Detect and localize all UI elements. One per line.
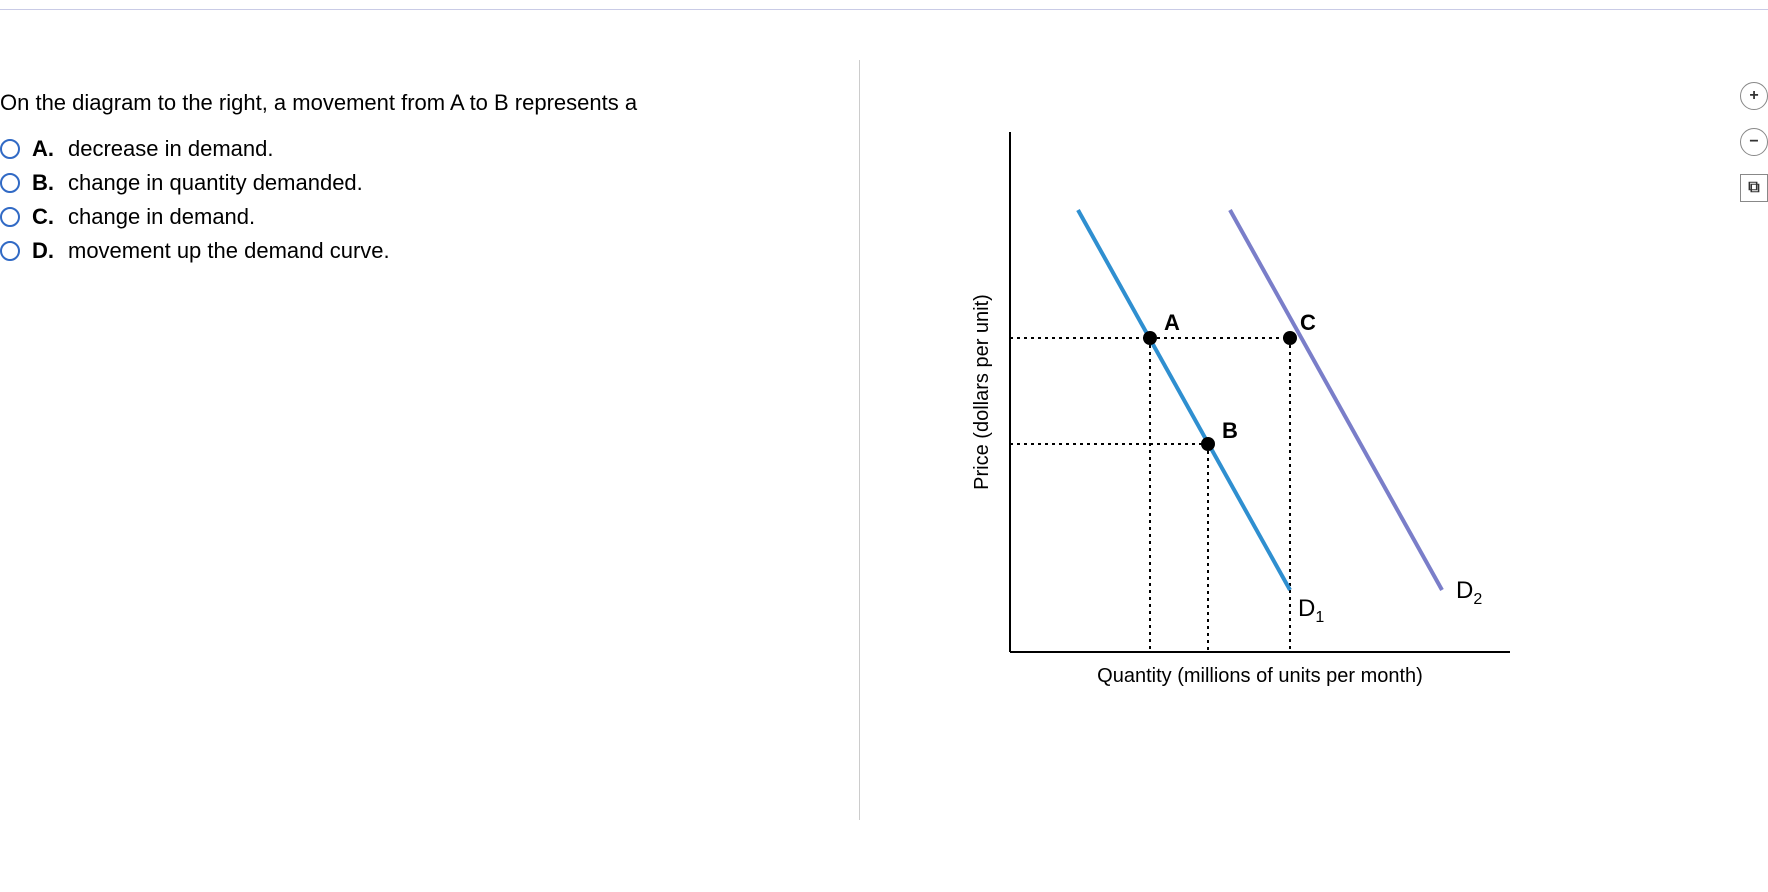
option-label: C. change in demand. [32,204,255,230]
option-a[interactable]: A. decrease in demand. [0,136,859,162]
label-d1-sub: 1 [1315,609,1324,626]
radio-a[interactable] [0,139,20,159]
option-c[interactable]: C. change in demand. [0,204,859,230]
option-letter: D. [32,238,58,264]
label-d2-d: D [1456,577,1473,604]
demand-chart: A B C D1 D2 Quantity (millions of units … [970,92,1550,717]
point-a [1143,331,1157,345]
zoom-in-icon[interactable]: + [1740,82,1768,110]
question-prompt: On the diagram to the right, a movement … [0,90,859,116]
content-row: On the diagram to the right, a movement … [0,60,1768,820]
radio-d[interactable] [0,241,20,261]
zoom-in-glyph: + [1749,87,1758,105]
d1-curve [1078,210,1290,590]
radio-c[interactable] [0,207,20,227]
radio-b[interactable] [0,173,20,193]
option-label: B. change in quantity demanded. [32,170,363,196]
label-b: B [1222,418,1238,443]
top-divider [0,0,1768,10]
option-text: change in quantity demanded. [68,170,363,195]
label-d2: D2 [1456,577,1482,608]
label-d1-d: D [1298,595,1315,622]
diagram-toolbar: + − ⧉ [1740,82,1768,202]
d2-curve [1230,210,1442,590]
pop-out-icon[interactable]: ⧉ [1740,174,1768,202]
options-list: A. decrease in demand. B. change in quanti… [0,136,859,264]
pop-out-glyph: ⧉ [1748,179,1759,197]
option-text: movement up the demand curve. [68,238,390,263]
option-letter: B. [32,170,58,196]
y-axis-label: Price (dollars per unit) [971,294,993,490]
option-label: D. movement up the demand curve. [32,238,390,264]
option-b[interactable]: B. change in quantity demanded. [0,170,859,196]
label-c: C [1300,310,1316,335]
question-pane: On the diagram to the right, a movement … [0,60,860,820]
label-d2-sub: 2 [1473,591,1482,608]
option-text: decrease in demand. [68,136,273,161]
option-d[interactable]: D. movement up the demand curve. [0,238,859,264]
label-a: A [1164,310,1180,335]
demand-chart-svg: A B C D1 D2 Quantity (millions of units … [970,92,1550,712]
zoom-out-glyph: − [1749,133,1758,151]
diagram-pane: + − ⧉ [860,60,1768,820]
point-b [1201,437,1215,451]
option-letter: A. [32,136,58,162]
label-d1: D1 [1298,595,1324,626]
option-text: change in demand. [68,204,255,229]
x-axis-label: Quantity (millions of units per month) [1097,665,1423,687]
option-letter: C. [32,204,58,230]
zoom-out-icon[interactable]: − [1740,128,1768,156]
point-c [1283,331,1297,345]
option-label: A. decrease in demand. [32,136,273,162]
